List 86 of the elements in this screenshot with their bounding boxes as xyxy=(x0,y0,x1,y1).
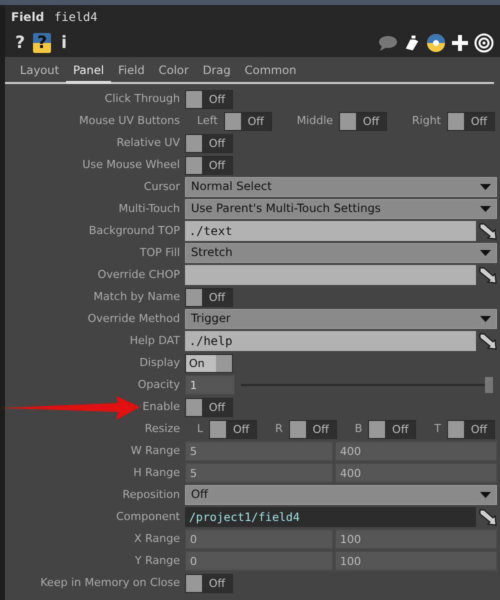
tab[interactable]: Layout xyxy=(13,58,66,84)
dropdown-menu[interactable]: Off xyxy=(185,485,497,505)
toggle-switch[interactable]: Off xyxy=(185,90,233,108)
dropdown-menu[interactable]: Use Parent's Multi-Touch Settings xyxy=(185,199,497,219)
dropdown-arrow-icon[interactable] xyxy=(480,184,491,190)
arrow-icon[interactable] xyxy=(478,332,497,350)
tab[interactable]: Field xyxy=(111,58,152,84)
parameter-label: Use Mouse Wheel xyxy=(81,156,181,173)
input-field[interactable]: /project1/field4 xyxy=(185,507,476,527)
target-icon[interactable] xyxy=(474,33,494,53)
parameter-label: Opacity xyxy=(136,376,181,393)
toggle-switch[interactable]: Off xyxy=(185,134,233,152)
arrow-icon[interactable] xyxy=(478,222,497,240)
parameter-label: Keep in Memory on Close xyxy=(39,574,181,591)
input-field[interactable]: 1 xyxy=(185,375,235,395)
toggle-label: Right xyxy=(412,112,441,129)
toggle-switch[interactable]: Off xyxy=(185,156,233,174)
input-field[interactable]: 5 xyxy=(185,441,333,461)
toggle-switch[interactable]: Off xyxy=(185,288,233,306)
toggle-label: Left xyxy=(197,112,218,129)
operator-name[interactable]: field4 xyxy=(54,8,98,26)
input-field[interactable] xyxy=(185,265,476,285)
dropdown-menu[interactable]: Stretch xyxy=(185,243,497,263)
dropdown-menu[interactable]: Trigger xyxy=(185,309,497,329)
input-field[interactable]: 0 xyxy=(185,551,333,571)
toggle-label: L xyxy=(197,420,204,437)
parameter-label: Component xyxy=(115,508,181,525)
toggle-switch[interactable]: Off xyxy=(446,112,495,130)
toggle-switch[interactable]: On xyxy=(185,354,233,372)
dropdown-arrow-icon[interactable] xyxy=(480,206,491,212)
toggle-switch[interactable]: Off xyxy=(339,112,388,130)
toggle-label: R xyxy=(275,420,283,437)
slider-handle[interactable] xyxy=(485,377,493,393)
toggle-label: Middle xyxy=(296,112,334,129)
parameter-label: Enable xyxy=(142,398,181,415)
parameter-label: X Range xyxy=(133,530,181,547)
parameter-label: Display xyxy=(138,354,181,371)
parameter-label: Resize xyxy=(144,420,181,437)
input-field[interactable]: 5 xyxy=(185,463,333,483)
parameter-label: Y Range xyxy=(134,552,181,569)
toggle-label: B xyxy=(354,420,362,437)
input-field[interactable]: 400 xyxy=(335,441,497,461)
tab[interactable]: Color xyxy=(152,58,196,84)
parameter-label: TOP Fill xyxy=(138,244,181,261)
input-field[interactable]: ./text xyxy=(185,221,476,241)
info-button[interactable]: i xyxy=(55,33,73,53)
parameter-label: Relative UV xyxy=(116,134,181,151)
parameter-label: Override CHOP xyxy=(96,266,181,283)
toggle-switch[interactable]: Off xyxy=(288,420,337,438)
input-field[interactable]: 100 xyxy=(335,551,497,571)
parameter-label: Match by Name xyxy=(92,288,181,305)
toggle-switch[interactable]: Off xyxy=(185,398,233,416)
parameter-label: H Range xyxy=(132,464,181,481)
toggle-switch[interactable]: Off xyxy=(209,420,258,438)
toggle-switch[interactable]: Off xyxy=(185,574,233,592)
input-field[interactable]: 100 xyxy=(335,529,497,549)
parameter-label: Click Through xyxy=(104,90,181,107)
operator-type: Field xyxy=(11,9,44,26)
help-button[interactable]: ? xyxy=(11,33,29,53)
toggle-switch[interactable]: Off xyxy=(224,112,272,130)
dropdown-arrow-icon[interactable] xyxy=(480,492,491,498)
parameter-label: Mouse UV Buttons xyxy=(78,112,181,129)
parameter-label: Override Method xyxy=(86,310,181,327)
parameter-label: Reposition xyxy=(122,486,181,503)
plus-icon[interactable] xyxy=(450,33,470,53)
parameter-label: Cursor xyxy=(142,178,181,195)
input-field[interactable]: ./help xyxy=(185,331,476,351)
input-field[interactable]: 0 xyxy=(185,529,333,549)
parameter-label: Multi-Touch xyxy=(118,200,181,217)
toggle-switch[interactable]: Off xyxy=(446,420,495,438)
tab[interactable]: Common xyxy=(238,58,304,84)
parameter-label: W Range xyxy=(130,442,181,459)
dropdown-arrow-icon[interactable] xyxy=(480,250,491,256)
python-icon[interactable] xyxy=(426,33,446,53)
input-field[interactable]: 400 xyxy=(335,463,497,483)
arrow-icon[interactable] xyxy=(478,508,497,526)
tab[interactable]: Panel xyxy=(66,58,112,84)
arrow-icon[interactable] xyxy=(478,266,497,284)
tab[interactable]: Drag xyxy=(196,58,238,84)
comment-icon[interactable] xyxy=(378,34,398,52)
dropdown-menu[interactable]: Normal Select xyxy=(185,177,497,197)
toggle-label: T xyxy=(434,420,441,437)
parameter-label: Background TOP xyxy=(88,222,181,239)
parameter-label: Help DAT xyxy=(128,332,181,349)
toggle-switch[interactable]: Off xyxy=(368,420,416,438)
dropdown-arrow-icon[interactable] xyxy=(480,316,491,322)
